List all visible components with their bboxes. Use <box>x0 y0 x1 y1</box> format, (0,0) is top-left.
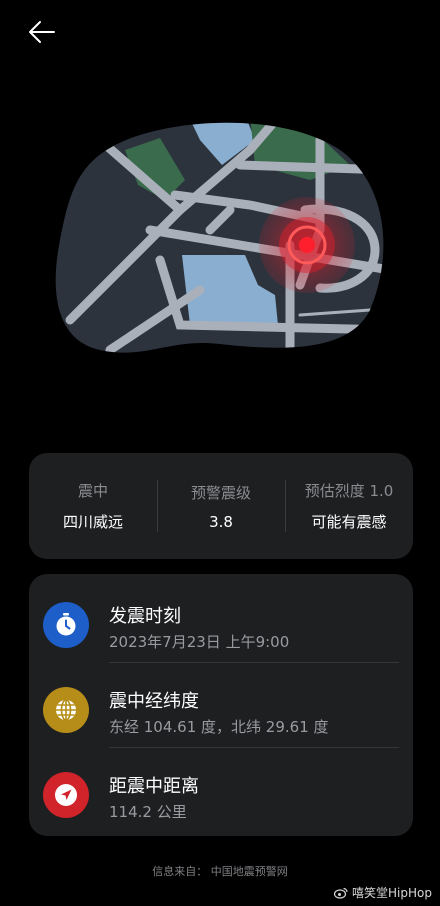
intensity-value: 可能有震感 <box>311 513 387 531</box>
warning-level-value: 3.8 <box>209 512 233 531</box>
back-button[interactable] <box>22 14 62 50</box>
detail-card: 发震时刻 2023年7月23日 上午9:00 震中经纬度 东经 104.61 度… <box>29 574 413 836</box>
divider <box>109 662 399 663</box>
intensity-label: 预估烈度 1.0 <box>304 482 394 500</box>
time-title: 发震时刻 <box>109 606 181 627</box>
divider <box>109 747 399 748</box>
globe-icon <box>43 687 89 733</box>
intensity-column: 预估烈度 1.0 可能有震感 <box>285 453 413 559</box>
epicenter-label: 震中 <box>77 482 108 500</box>
warning-level-column: 预警震级 3.8 <box>157 453 285 559</box>
time-value: 2023年7月23日 上午9:00 <box>109 633 290 651</box>
weibo-icon <box>334 887 348 899</box>
warning-level-label: 预警震级 <box>190 483 251 502</box>
summary-card: 震中 四川威远 预警震级 3.8 预估烈度 1.0 可能有震感 <box>29 453 413 559</box>
clock-icon <box>43 602 89 648</box>
epicenter-column: 震中 四川威远 <box>29 453 157 559</box>
distance-row: 距震中距离 114.2 公里 <box>29 750 413 834</box>
watermark-text: 嘻笑堂HipHop <box>352 886 432 900</box>
location-arrow-icon <box>43 772 89 818</box>
epicenter-map <box>50 110 390 360</box>
source-attribution: 信息来自： 中国地震预警网 <box>152 865 288 878</box>
coords-value: 东经 104.61 度，北纬 29.61 度 <box>109 718 329 736</box>
epicenter-value: 四川威远 <box>62 513 123 531</box>
earthquake-detail-page: 震中 四川威远 预警震级 3.8 预估烈度 1.0 可能有震感 发震时刻 202… <box>0 0 440 906</box>
arrow-left-icon <box>29 21 55 43</box>
watermark: 嘻笑堂HipHop <box>334 884 432 901</box>
distance-title: 距震中距离 <box>109 776 199 797</box>
coords-row: 震中经纬度 东经 104.61 度，北纬 29.61 度 <box>29 665 413 749</box>
distance-value: 114.2 公里 <box>109 803 187 821</box>
time-row: 发震时刻 2023年7月23日 上午9:00 <box>29 580 413 664</box>
coords-title: 震中经纬度 <box>109 691 199 712</box>
